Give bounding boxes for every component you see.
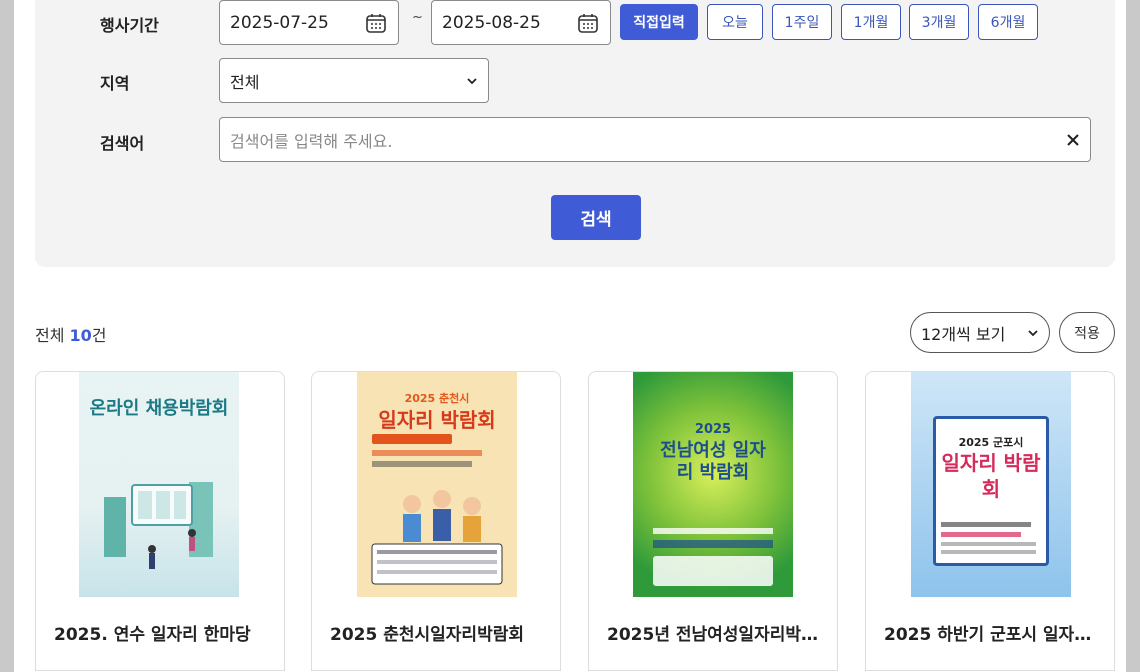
poster-title: 전남여성 일자리 박람회: [660, 440, 766, 483]
poster-illustration: [371, 434, 503, 585]
period-1month-button[interactable]: 1개월: [841, 4, 901, 40]
period-label: 행사기간: [100, 16, 159, 35]
poster-title: 온라인 채용박람회: [89, 398, 229, 419]
event-card[interactable]: 2025 전남여성 일자리 박람회 2025년 전남여성일자리박…: [588, 371, 838, 671]
event-card[interactable]: 온라인 채용박람회 2025. 연수 일자리 한마당: [35, 371, 285, 671]
event-poster-image: 2025 춘천시 일자리 박람회: [357, 372, 517, 597]
event-title: 2025년 전남여성일자리박…: [607, 625, 818, 645]
event-title: 2025. 연수 일자리 한마당: [54, 625, 251, 645]
total-suffix: 건: [91, 326, 107, 345]
poster-subtitle: 2025 군포시: [958, 436, 1024, 449]
region-select[interactable]: 전체: [219, 58, 489, 103]
poster-title: 일자리 박람회: [941, 451, 1041, 501]
event-title: 2025 하반기 군포시 일자…: [884, 625, 1092, 645]
period-custom-button[interactable]: 직접입력: [620, 4, 698, 40]
region-value: 전체: [230, 72, 260, 92]
event-poster-image: 2025 군포시 일자리 박람회: [911, 372, 1071, 597]
poster-illustration: [653, 528, 773, 586]
event-title: 2025 춘천시일자리박람회: [330, 625, 524, 645]
apply-button[interactable]: 적용: [1059, 312, 1115, 353]
end-date-input[interactable]: 2025-08-25: [431, 0, 611, 45]
end-date-value: 2025-08-25: [442, 12, 541, 33]
start-date-value: 2025-07-25: [230, 12, 329, 33]
event-poster-image: 2025 전남여성 일자리 박람회: [633, 372, 793, 597]
poster-illustration: [104, 482, 213, 569]
keyword-placeholder: 검색어를 입력해 주세요.: [230, 131, 393, 151]
chevron-down-icon: [467, 77, 477, 84]
period-3month-button[interactable]: 3개월: [909, 4, 969, 40]
chevron-down-icon: [1028, 329, 1038, 336]
period-6month-button[interactable]: 6개월: [978, 4, 1038, 40]
total-prefix: 전체: [35, 326, 70, 345]
total-number: 10: [69, 326, 92, 345]
event-card[interactable]: 2025 춘천시 일자리 박람회 2025 춘천시일자리박람회: [311, 371, 561, 671]
total-count: 전체 10건: [35, 322, 107, 346]
calendar-icon[interactable]: [364, 11, 388, 35]
keyword-label: 검색어: [100, 134, 145, 153]
clear-icon[interactable]: [1066, 133, 1080, 147]
event-poster-image: 온라인 채용박람회: [79, 372, 239, 597]
calendar-icon[interactable]: [576, 11, 600, 35]
search-filter-panel: 행사기간 2025-07-25 ~ 2025-08-25 직접입력 오늘 1주일…: [35, 0, 1115, 267]
per-page-value: 12개씩 보기: [921, 324, 1006, 344]
date-separator: ~: [412, 10, 423, 25]
per-page-select[interactable]: 12개씩 보기: [910, 312, 1050, 353]
poster-subtitle: 2025: [694, 422, 732, 437]
period-today-button[interactable]: 오늘: [707, 4, 763, 40]
start-date-input[interactable]: 2025-07-25: [219, 0, 399, 45]
event-card[interactable]: 2025 군포시 일자리 박람회 2025 하반기 군포시 일자…: [865, 371, 1115, 671]
period-1week-button[interactable]: 1주일: [772, 4, 832, 40]
page: 행사기간 2025-07-25 ~ 2025-08-25 직접입력 오늘 1주일…: [14, 0, 1126, 672]
poster-title: 일자리 박람회: [378, 408, 496, 432]
region-label: 지역: [100, 74, 130, 93]
poster-illustration: [941, 522, 1036, 554]
keyword-input[interactable]: 검색어를 입력해 주세요.: [219, 117, 1091, 162]
search-button[interactable]: 검색: [551, 195, 641, 240]
